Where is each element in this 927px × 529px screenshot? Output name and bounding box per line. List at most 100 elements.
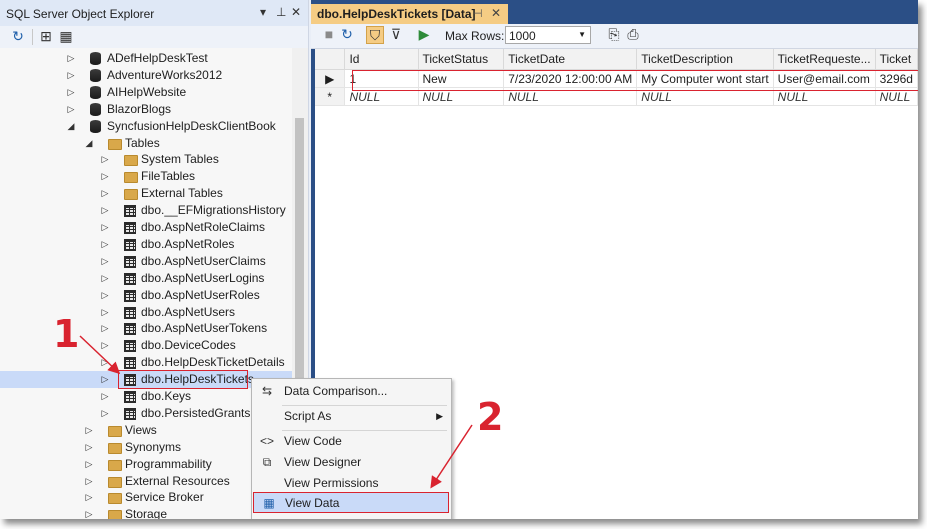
table-icon [124,391,136,403]
sort-filter-icon[interactable]: ⛉ [366,26,384,44]
tree-node[interactable]: ▷ dbo.HelpDeskTicketDetails [0,354,292,371]
menu-item-view-permissions[interactable]: View Permissions [252,473,451,494]
collapse-icon[interactable]: ◢ [66,118,76,135]
expand-icon[interactable]: ▷ [100,168,110,185]
expand-icon[interactable]: ▷ [100,185,110,202]
tree-node[interactable]: ▷ dbo.AspNetUserLogins [0,270,292,287]
expand-icon[interactable]: ▷ [84,473,94,490]
menu-item-view-designer[interactable]: ⧉ View Designer [252,452,451,473]
stop-icon[interactable]: ■ [321,26,337,42]
panel-titlebar: SQL Server Object Explorer ▾ ⊥ ✕ [0,0,308,26]
tree-node-label: System Tables [141,152,219,167]
code-icon: <> [260,434,275,448]
tree-node[interactable]: ▷ Views [0,422,292,439]
tree-node-label: Synonyms [125,439,182,454]
column-header[interactable]: Ticket [875,49,918,70]
expand-icon[interactable]: ▷ [66,50,76,67]
expand-icon[interactable]: ▷ [100,287,110,304]
tree-node[interactable]: ▷ AIHelpWebsite [0,84,292,101]
filter-icon[interactable]: ▦ [58,28,74,44]
tree-node[interactable]: ▷ System Tables [0,151,292,168]
close-icon[interactable]: ✕ [291,5,301,19]
tree-node[interactable]: ▷ Synonyms [0,439,292,456]
tree-node[interactable]: ▷ dbo.PersistedGrants [0,405,292,422]
tree-node[interactable]: ▷ dbo.AspNetRoles [0,236,292,253]
column-header[interactable]: TicketDate [503,49,638,70]
expand-icon[interactable]: ▷ [100,151,110,168]
filter-icon[interactable]: ⊽ [388,26,404,42]
expand-icon[interactable]: ▷ [100,304,110,321]
refresh-icon[interactable]: ↻ [339,26,355,42]
expand-icon[interactable]: ▷ [100,219,110,236]
row-header[interactable]: ▶ [315,69,346,88]
max-rows-select[interactable]: 1000 ▼ [505,26,591,44]
menu-item-view-data[interactable]: ▦ View Data [253,492,449,513]
table-icon [124,238,136,251]
tree-node[interactable]: ▷ dbo.HelpDeskTickets [0,370,292,390]
highlight-selected-table [118,370,248,390]
tree-node[interactable]: ▷ dbo.__EFMigrationsHistory [0,202,292,219]
tree-node[interactable]: ▷ dbo.Keys [0,388,292,405]
data-compare-icon: ⇆ [261,384,273,398]
expand-icon[interactable]: ▷ [100,388,110,405]
dropdown-icon[interactable]: ▾ [260,5,266,19]
expand-icon[interactable]: ▷ [84,489,94,506]
menu-item-view-code[interactable]: <> View Code [252,431,451,452]
pin-icon[interactable]: ⊥ [276,5,286,19]
column-header[interactable]: TicketRequeste... [773,49,876,70]
tree-node[interactable]: ▷ Programmability [0,456,292,473]
step-2-label: 2 [477,395,504,439]
tree-node[interactable]: ▷ dbo.AspNetUsers [0,304,292,321]
expand-icon[interactable]: ▷ [100,320,110,337]
tree-node[interactable]: ▷ dbo.AspNetUserTokens [0,320,292,337]
expand-icon[interactable]: ▷ [100,354,110,371]
refresh-icon[interactable]: ↻ [10,28,26,44]
menu-item-data-comparison[interactable]: ⇆ Data Comparison... [252,381,451,402]
close-tab-icon[interactable]: ✕ [491,6,501,20]
tree-node-label: AIHelpWebsite [107,84,187,99]
tree-node[interactable]: ▷ External Resources [0,473,292,490]
tree-node[interactable]: ▷ dbo.DeviceCodes [0,337,292,354]
collapse-icon[interactable]: ◢ [84,135,94,152]
menu-item-script-as[interactable]: Script As ▶ [252,406,451,427]
expand-icon[interactable]: ▷ [84,422,94,439]
menu-item-label: View Designer [284,455,362,469]
column-header[interactable]: TicketStatus [418,49,505,70]
folder-icon [124,189,138,201]
tree-node[interactable]: ▷ dbo.AspNetRoleClaims [0,219,292,236]
column-header[interactable]: Id [344,49,419,70]
tree-node[interactable]: ▷ ADefHelpDeskTest [0,50,292,67]
column-header[interactable]: TicketDescription [636,49,774,70]
expand-icon[interactable]: ▷ [66,67,76,84]
tree-node[interactable]: ▷ dbo.AspNetUserClaims [0,253,292,270]
expand-icon[interactable]: ▷ [66,84,76,101]
add-server-icon[interactable]: ⊞ [38,28,54,44]
expand-icon[interactable]: ▷ [100,253,110,270]
tree-node[interactable]: ◢ SyncfusionHelpDeskClientBook [0,118,292,135]
expand-icon[interactable]: ▷ [100,371,110,388]
tree-node[interactable]: ▷ FileTables [0,168,292,185]
script-file-icon[interactable]: ⎙ [625,26,641,42]
tab-helpdesktickets-data[interactable]: dbo.HelpDeskTickets [Data] ⊣ ✕ [311,4,508,24]
tree-node-label: FileTables [141,169,196,184]
expand-icon[interactable]: ▷ [84,506,94,519]
tree-node[interactable]: ▷ Storage [0,506,292,519]
pin-icon[interactable]: ⊣ [473,7,483,20]
row-header[interactable]: * [315,87,346,106]
run-icon[interactable]: ▶ [416,26,432,42]
expand-icon[interactable]: ▷ [66,101,76,118]
tree-node[interactable]: ▷ External Tables [0,185,292,202]
expand-icon[interactable]: ▷ [100,202,110,219]
tree-node[interactable]: ▷ AdventureWorks2012 [0,67,292,84]
tree-node[interactable]: ▷ dbo.AspNetUserRoles [0,287,292,304]
expand-icon[interactable]: ▷ [100,236,110,253]
expand-icon[interactable]: ▷ [100,405,110,422]
tree-node[interactable]: ▷ BlazorBlogs [0,101,292,118]
tree-node[interactable]: ◢ Tables [0,135,292,152]
expand-icon[interactable]: ▷ [84,439,94,456]
tree-node[interactable]: ▷ Service Broker [0,489,292,506]
script-icon[interactable]: ⎘ [606,26,622,42]
expand-icon[interactable]: ▷ [84,456,94,473]
expand-icon[interactable]: ▷ [100,337,110,354]
expand-icon[interactable]: ▷ [100,270,110,287]
